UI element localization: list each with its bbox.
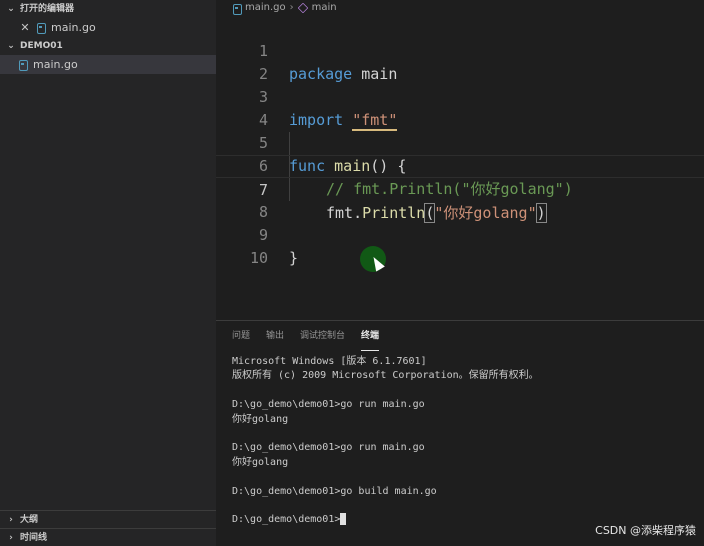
terminal-line: Microsoft Windows [版本 6.1.7601] — [232, 356, 427, 367]
timeline-title: 时间线 — [20, 533, 48, 543]
terminal-line: 你好golang — [232, 413, 289, 425]
code-line[interactable]: 6 // fmt.Println("你好golang") — [216, 132, 704, 198]
line-number: 10 — [249, 249, 268, 267]
terminal-line: D:\go_demo\demo01>go build main.go — [232, 485, 437, 497]
terminal-line: 版权所有 (c) 2009 Microsoft Corporation。保留所有… — [232, 370, 539, 382]
chevron-down-icon: ⌄ — [7, 41, 15, 51]
open-editors-header[interactable]: ⌄ 打开的编辑器 — [0, 0, 216, 18]
tab-problems[interactable]: 问题 — [232, 321, 250, 351]
file-label: main.go — [33, 58, 78, 71]
explorer-sidebar: ⌄ 打开的编辑器 ✕ main.go ⌄ DEMO01 main.go › 大纲… — [0, 0, 216, 546]
close-icon[interactable]: ✕ — [20, 18, 30, 37]
open-editors-title: 打开的编辑器 — [20, 4, 75, 14]
watermark: CSDN @添柴程序猿 — [595, 524, 696, 537]
code-line[interactable]: 8 — [216, 178, 704, 221]
code-editor[interactable]: main.go › main 1 package main 2 3 import… — [216, 0, 704, 320]
code-area[interactable]: 1 package main 2 3 import "fmt" 4 5 func… — [216, 17, 704, 267]
chevron-down-icon: ⌄ — [7, 4, 15, 14]
folder-title: DEMO01 — [20, 41, 63, 51]
breadcrumb-symbol[interactable]: main — [312, 0, 337, 16]
open-editor-item-main-go[interactable]: ✕ main.go — [0, 18, 216, 37]
code-line[interactable]: 2 — [216, 40, 704, 83]
terminal-prompt: D:\go_demo\demo01> — [232, 514, 341, 526]
folder-header[interactable]: ⌄ DEMO01 — [0, 37, 216, 55]
chevron-right-icon: › — [9, 515, 13, 525]
open-editor-label: main.go — [51, 21, 96, 34]
tab-debug-console[interactable]: 调试控制台 — [300, 321, 345, 351]
code-line-current[interactable]: 7 fmt.Println("你好golang") — [216, 155, 704, 223]
terminal-output[interactable]: Microsoft Windows [版本 6.1.7601] 版权所有 (c)… — [232, 355, 692, 528]
function-symbol-icon — [297, 2, 308, 14]
code-line[interactable]: 4 — [216, 86, 704, 129]
timeline-section[interactable]: › 时间线 — [0, 528, 216, 546]
terminal-cursor — [340, 513, 347, 526]
outline-header[interactable]: › 大纲 — [0, 511, 216, 529]
breadcrumb: main.go › main — [216, 0, 704, 16]
go-file-icon — [18, 59, 28, 71]
timeline-header[interactable]: › 时间线 — [0, 529, 216, 546]
tab-output[interactable]: 输出 — [266, 321, 284, 351]
go-file-icon — [36, 22, 46, 34]
outline-section[interactable]: › 大纲 — [0, 510, 216, 529]
code-line[interactable]: 10 — [216, 224, 704, 267]
breadcrumb-separator-icon: › — [289, 2, 294, 13]
terminal-line: 你好golang — [232, 456, 289, 468]
code-line[interactable]: 1 package main — [216, 17, 704, 83]
bottom-panel: 问题 输出 调试控制台 终端 Microsoft Windows [版本 6.1… — [216, 320, 704, 546]
tab-terminal[interactable]: 终端 — [361, 321, 380, 351]
punctuation: } — [289, 249, 299, 267]
go-file-icon — [232, 3, 242, 15]
breadcrumb-file[interactable]: main.go — [245, 0, 286, 16]
code-line[interactable]: 3 import "fmt" — [216, 63, 704, 131]
file-item-main-go[interactable]: main.go — [0, 55, 216, 74]
code-line[interactable]: 9 } — [216, 201, 704, 267]
chevron-right-icon: › — [9, 533, 13, 543]
code-line[interactable]: 5 func main() { — [216, 109, 704, 175]
panel-tabs: 问题 输出 调试控制台 终端 — [216, 321, 704, 351]
outline-title: 大纲 — [20, 515, 39, 525]
terminal-line: D:\go_demo\demo01>go run main.go — [232, 399, 425, 411]
terminal-line: D:\go_demo\demo01>go run main.go — [232, 442, 425, 454]
